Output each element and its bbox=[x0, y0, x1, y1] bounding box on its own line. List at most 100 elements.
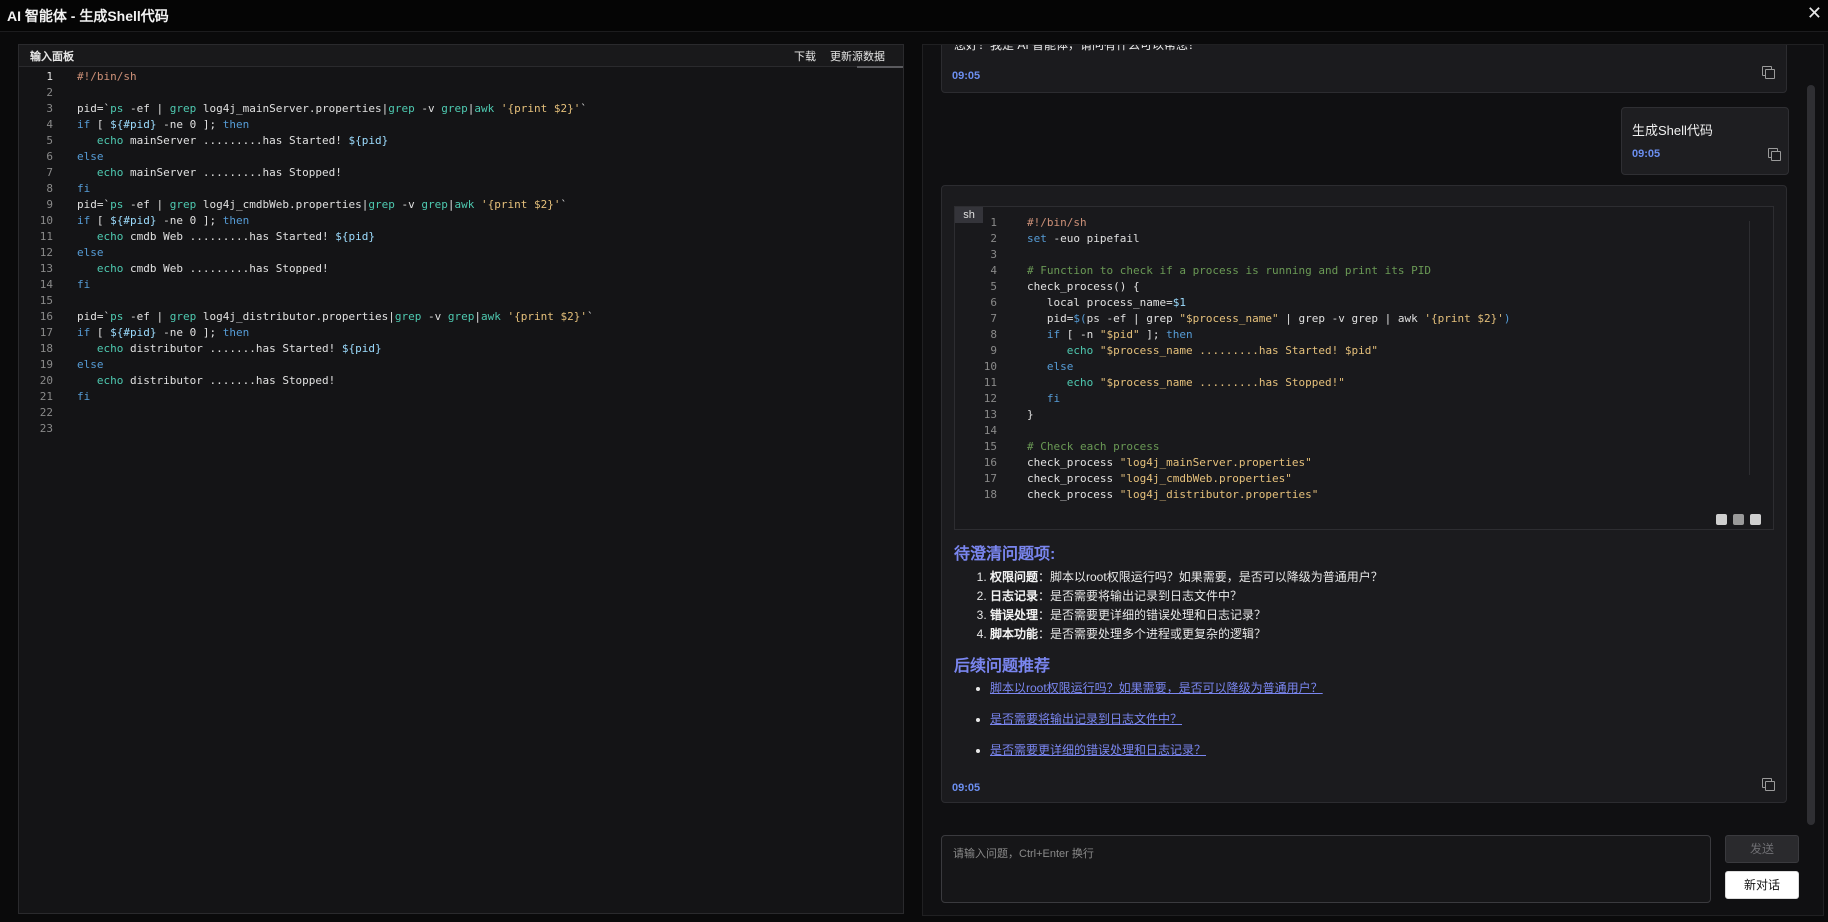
code-line: 17 if [ ${#pid} -ne 0 ]; then bbox=[19, 325, 903, 341]
download-button[interactable]: 下载 bbox=[794, 48, 816, 64]
line-number: 18 bbox=[39, 342, 53, 355]
code-line: 18 check_process "log4j_distributor.prope… bbox=[955, 487, 1755, 503]
followup-list: 脚本以root权限运行吗？如果需要，是否可以降级为普通用户？ 是否需要将输出记录… bbox=[990, 678, 1323, 771]
line-code: else bbox=[77, 150, 104, 163]
line-number: 16 bbox=[983, 456, 997, 469]
line-number: 3 bbox=[46, 102, 53, 115]
code-line: 20 echo distributor .......has Stopped! bbox=[19, 373, 903, 389]
copy-icon[interactable] bbox=[1768, 148, 1781, 161]
code-line: 8 fi bbox=[19, 181, 903, 197]
line-code: fi bbox=[77, 182, 91, 195]
code-line: 14 bbox=[955, 423, 1755, 439]
line-number: 15 bbox=[983, 440, 997, 453]
line-number: 10 bbox=[983, 360, 997, 373]
code-line: 15 # Check each process bbox=[955, 439, 1755, 455]
message-time: 09:05 bbox=[1632, 148, 1661, 160]
message-time: 09:05 bbox=[952, 70, 981, 82]
apply-icon[interactable] bbox=[1733, 514, 1744, 525]
followup-link[interactable]: 是否需要将输出记录到日志文件中？ bbox=[990, 712, 1182, 726]
code-line: 10 else bbox=[955, 359, 1755, 375]
line-code: pid=`ps -ef | grep log4j_distributor.pro… bbox=[77, 310, 594, 323]
line-number: 13 bbox=[39, 262, 53, 275]
line-number: 7 bbox=[46, 166, 53, 179]
copy-icon[interactable] bbox=[1762, 66, 1775, 79]
code-block-content: 1 #!/bin/sh 2 set -euo pipefail 3 4 # Function… bbox=[955, 215, 1755, 503]
followup-link[interactable]: 是否需要更详细的错误处理和日志记录？ bbox=[990, 743, 1206, 757]
code-line: 15 bbox=[19, 293, 903, 309]
code-line: 1 #!/bin/sh bbox=[955, 215, 1755, 231]
line-number: 13 bbox=[983, 408, 997, 421]
code-line: 10 if [ ${#pid} -ne 0 ]; then bbox=[19, 213, 903, 229]
line-number: 14 bbox=[983, 424, 997, 437]
line-number: 9 bbox=[46, 198, 53, 211]
line-code: else bbox=[1046, 360, 1074, 373]
code-line: 16 check_process "log4j_mainServer.proper… bbox=[955, 455, 1755, 471]
code-line: 9 pid=`ps -ef | grep log4j_cmdbWeb.proper… bbox=[19, 197, 903, 213]
insert-icon[interactable] bbox=[1750, 514, 1761, 525]
code-line: 19 else bbox=[19, 357, 903, 373]
chat-history[interactable]: 您好！我是 AI 智能体，请问有什么可以帮您？ 09:05 生成Shell代码 … bbox=[923, 45, 1811, 821]
code-line: 13 echo cmdb Web .........has Stopped! bbox=[19, 261, 903, 277]
code-line: 3 pid=`ps -ef | grep log4j_mainServer.pro… bbox=[19, 101, 903, 117]
code-line: 2 set -euo pipefail bbox=[955, 231, 1755, 247]
message-text: 您好！我是 AI 智能体，请问有什么可以帮您？ bbox=[954, 45, 1201, 52]
code-line: 12 else bbox=[19, 245, 903, 261]
line-code: if [ ${#pid} -ne 0 ]; then bbox=[77, 326, 250, 339]
chat-scrollbar[interactable] bbox=[1807, 85, 1815, 825]
title-bar: AI 智能体 - 生成Shell代码 ✕ bbox=[0, 0, 1828, 32]
line-code: #!/bin/sh bbox=[77, 70, 137, 83]
line-code: pid=`ps -ef | grep log4j_cmdbWeb.propert… bbox=[77, 198, 568, 211]
code-line: 7 echo mainServer .........has Stopped! bbox=[19, 165, 903, 181]
new-chat-button[interactable]: 新对话 bbox=[1725, 871, 1799, 899]
list-item: 权限问题：脚本以root权限运行吗？如果需要，是否可以降级为普通用户？ bbox=[990, 568, 1383, 587]
code-line: 5 check_process() { bbox=[955, 279, 1755, 295]
question-input[interactable] bbox=[941, 835, 1711, 903]
code-line: 9 echo "$process_name .........has Start… bbox=[955, 343, 1755, 359]
line-code: fi bbox=[77, 278, 91, 291]
line-code: check_process() { bbox=[1027, 280, 1140, 293]
close-icon[interactable]: ✕ bbox=[1807, 3, 1822, 24]
code-editor[interactable]: 1 #!/bin/sh 2 3 pid=`ps -ef | grep log4j_mai… bbox=[19, 67, 903, 437]
line-code: } bbox=[1027, 408, 1034, 421]
code-block-scrollbar[interactable] bbox=[1749, 221, 1759, 475]
code-line: 14 fi bbox=[19, 277, 903, 293]
line-number: 5 bbox=[46, 134, 53, 147]
line-code: pid=`ps -ef | grep log4j_mainServer.prop… bbox=[77, 102, 588, 115]
line-code: set -euo pipefail bbox=[1027, 232, 1140, 245]
line-code: if [ -n "$pid" ]; then bbox=[1046, 328, 1193, 341]
input-panel-header: 输入面板 下载 更新源数据 bbox=[19, 45, 903, 68]
line-code: else bbox=[77, 246, 104, 259]
question-textarea[interactable] bbox=[942, 836, 1710, 902]
code-line: 16 pid=`ps -ef | grep log4j_distributor.p… bbox=[19, 309, 903, 325]
input-panel: 输入面板 下载 更新源数据 1 #!/bin/sh 2 3 pid=`ps -ef | … bbox=[18, 44, 904, 914]
send-button[interactable]: 发送 bbox=[1725, 835, 1799, 863]
line-code: echo distributor .......has Started! ${p… bbox=[96, 342, 382, 355]
line-number: 17 bbox=[983, 472, 997, 485]
copy-icon[interactable] bbox=[1762, 778, 1775, 791]
ai-response-message: sh 1 #!/bin/sh 2 set -euo pipefail 3 4 # Funct… bbox=[941, 185, 1787, 803]
line-code: #!/bin/sh bbox=[1027, 216, 1087, 229]
update-source-button[interactable]: 更新源数据 bbox=[830, 48, 885, 64]
line-number: 12 bbox=[39, 246, 53, 259]
code-line: 11 echo cmdb Web .........has Started! $… bbox=[19, 229, 903, 245]
line-number: 2 bbox=[990, 232, 997, 245]
line-code: local process_name=$1 bbox=[1027, 296, 1186, 309]
line-number: 6 bbox=[46, 150, 53, 163]
line-number: 6 bbox=[990, 296, 997, 309]
list-item: 是否需要更详细的错误处理和日志记录？ bbox=[990, 740, 1323, 771]
followup-link[interactable]: 脚本以root权限运行吗？如果需要，是否可以降级为普通用户？ bbox=[990, 681, 1323, 695]
code-line: 5 echo mainServer .........has Started! … bbox=[19, 133, 903, 149]
line-number: 5 bbox=[990, 280, 997, 293]
code-line: 7 pid=$(ps -ef | grep "$process_name" | … bbox=[955, 311, 1755, 327]
edit-icon[interactable] bbox=[1716, 514, 1727, 525]
code-line: 12 fi bbox=[955, 391, 1755, 407]
line-number: 16 bbox=[39, 310, 53, 323]
code-line: 8 if [ -n "$pid" ]; then bbox=[955, 327, 1755, 343]
line-code: echo "$process_name .........has Stopped… bbox=[1066, 376, 1345, 389]
